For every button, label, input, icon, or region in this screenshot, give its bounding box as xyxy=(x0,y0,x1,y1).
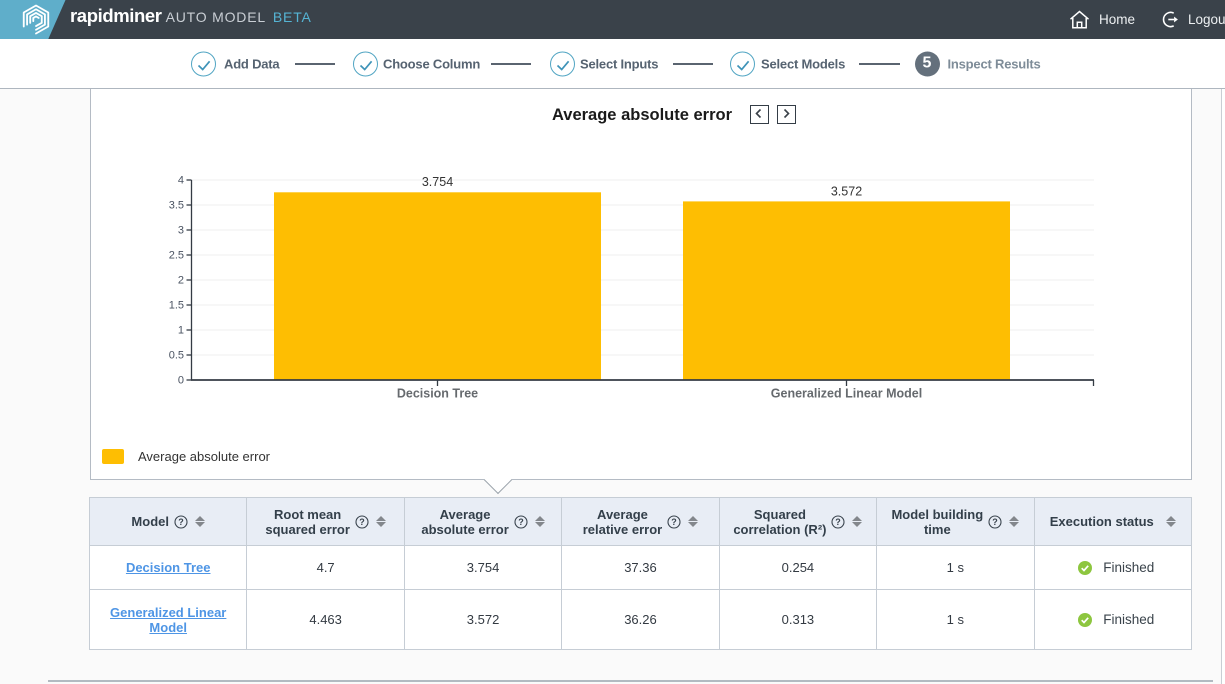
svg-text:2: 2 xyxy=(178,275,184,287)
svg-text:3: 3 xyxy=(178,225,184,237)
svg-text:?: ? xyxy=(992,517,998,527)
svg-text:4: 4 xyxy=(178,175,184,187)
svg-text:?: ? xyxy=(518,517,524,527)
svg-text:0.5: 0.5 xyxy=(169,350,184,362)
svg-text:3.5: 3.5 xyxy=(169,200,184,212)
svg-text:2.5: 2.5 xyxy=(169,250,184,262)
svg-text:0: 0 xyxy=(178,375,184,387)
svg-text:?: ? xyxy=(671,517,677,527)
svg-text:?: ? xyxy=(178,517,184,527)
svg-text:3.572: 3.572 xyxy=(831,185,862,199)
svg-text:?: ? xyxy=(836,517,842,527)
svg-text:?: ? xyxy=(359,517,365,527)
svg-text:Decision Tree: Decision Tree xyxy=(397,387,478,401)
svg-text:1.5: 1.5 xyxy=(169,300,184,312)
svg-text:1: 1 xyxy=(178,325,184,337)
svg-text:Generalized Linear Model: Generalized Linear Model xyxy=(771,387,922,401)
svg-text:3.754: 3.754 xyxy=(422,175,453,189)
